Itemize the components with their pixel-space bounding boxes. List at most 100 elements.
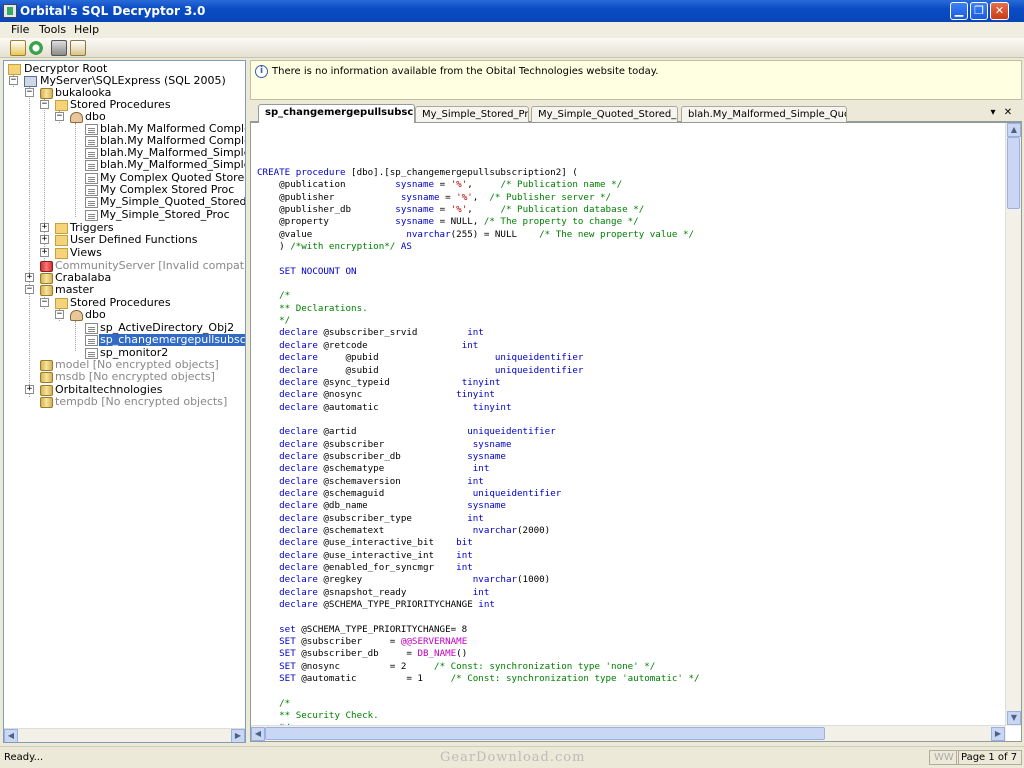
expand-icon[interactable]: + <box>40 223 49 232</box>
scroll-left-icon[interactable]: ◀ <box>251 727 265 741</box>
scroll-thumb[interactable] <box>265 727 825 740</box>
code-token: /* Const: synchronization type 'none' */ <box>434 660 656 672</box>
tree-views[interactable]: Views <box>70 247 102 259</box>
tree-proc[interactable]: blah.My_Malformed_Simple_Stored_Pr <box>100 159 245 171</box>
refresh-icon[interactable] <box>28 40 44 56</box>
code-token: @schematext <box>323 524 473 536</box>
code-token: @artid <box>323 426 468 438</box>
code-line: @publisher sysname = '%', /* Publisher s… <box>257 192 1002 204</box>
code-line: /* <box>257 698 1002 710</box>
tab-blah-malformed-simple-quote[interactable]: blah.My_Malformed_Simple_Quote... <box>681 106 847 122</box>
code-token: @subscriber_type <box>323 512 468 524</box>
tab-my-simple-stored-proc[interactable]: My_Simple_Stored_Proc <box>415 106 529 122</box>
code-line: declare @enabled_for_syncmgr int <box>257 562 1002 574</box>
decrypt-icon[interactable] <box>10 40 26 56</box>
code-token: @snapshot_ready <box>323 586 473 598</box>
code-token: @schemaversion <box>323 475 468 487</box>
collapse-icon[interactable]: − <box>40 100 49 109</box>
code-token: [dbo].[sp_changemergepullsubscription2] … <box>351 167 578 178</box>
tab-close-icon[interactable]: ✕ <box>1003 107 1013 118</box>
tab-my-simple-quoted-stored-proc[interactable]: My_Simple_Quoted_Stored_Proc <box>531 106 678 122</box>
procedure-icon <box>85 197 98 208</box>
tab-list-icon[interactable]: ▾ <box>988 107 998 118</box>
object-tree[interactable]: Decryptor Root − MyServer\SQLExpress (SQ… <box>3 60 246 743</box>
code-token: declare <box>257 438 324 450</box>
code-line: declare @use_interactive_bit bit <box>257 537 1002 549</box>
code-token: declare <box>257 512 324 524</box>
code-token: @subscriber_srvid <box>323 327 468 339</box>
database-icon <box>40 285 53 296</box>
expand-icon[interactable]: + <box>25 273 34 282</box>
minimize-button[interactable]: ▁ <box>950 2 968 20</box>
code-token: declare <box>257 327 324 339</box>
code-token: CREATE procedure <box>257 167 352 178</box>
code-token: @use_interactive_bit <box>323 537 457 549</box>
menu-file[interactable]: File <box>11 23 29 36</box>
sql-code[interactable]: CREATE procedure [dbo].[sp_changemergepu… <box>257 167 1002 735</box>
collapse-icon[interactable]: − <box>25 285 34 294</box>
menu-bar: File Tools Help <box>0 22 1024 38</box>
code-token: @automatic = 1 <box>301 673 451 685</box>
scroll-thumb[interactable] <box>1007 137 1020 209</box>
code-line: ** Security Check. <box>257 710 1002 722</box>
code-line: @property sysname = NULL, /* The propert… <box>257 216 1002 228</box>
code-token: declare <box>257 450 324 462</box>
tree-schema-dbo[interactable]: dbo <box>85 309 106 321</box>
maximize-button[interactable]: ❐ <box>970 2 988 20</box>
menu-help[interactable]: Help <box>74 23 99 36</box>
tree-proc-selected[interactable]: sp_changemergepullsubscription2 <box>99 334 245 346</box>
database-icon <box>40 273 53 284</box>
code-token: uniqueidentifier <box>467 426 556 438</box>
database-icon <box>40 397 53 408</box>
code-token: int <box>472 463 490 475</box>
horizontal-scrollbar[interactable]: ◀ ▶ <box>251 725 1006 741</box>
code-token: SET <box>257 673 302 685</box>
expand-icon[interactable]: + <box>25 385 34 394</box>
tree-horizontal-scrollbar[interactable]: ◀ ▶ <box>4 728 245 742</box>
tree-proc[interactable]: My_Simple_Quoted_Stored_Proc <box>100 196 245 208</box>
expand-icon[interactable]: + <box>40 248 49 257</box>
scroll-right-icon[interactable]: ▶ <box>231 729 245 742</box>
tree-proc[interactable]: My_Simple_Stored_Proc <box>100 209 230 221</box>
folder-icon <box>8 64 21 75</box>
scroll-down-icon[interactable]: ▼ <box>1007 711 1021 725</box>
close-button[interactable]: ✕ <box>990 2 1009 20</box>
code-token: AS <box>395 241 412 253</box>
collapse-icon[interactable]: − <box>40 298 49 307</box>
collapse-icon[interactable]: − <box>25 88 34 97</box>
code-token: @regkey <box>323 574 473 586</box>
collapse-icon[interactable]: − <box>55 112 64 121</box>
vertical-scrollbar[interactable]: ▲ ▼ <box>1005 123 1021 726</box>
export-icon[interactable] <box>70 40 86 56</box>
code-token: @property <box>257 216 396 228</box>
tab-sp-changemergepullsubscription2[interactable]: sp_changemergepullsubscription2 <box>258 104 415 123</box>
code-token: @publisher_db <box>257 204 396 216</box>
print-icon[interactable] <box>51 40 67 56</box>
title-bar: Orbital's SQL Decryptor 3.0 ▁ ❐ ✕ <box>0 0 1024 22</box>
collapse-icon[interactable]: − <box>9 76 18 85</box>
code-token: uniqueidentifier <box>472 487 562 499</box>
scroll-right-icon[interactable]: ▶ <box>991 727 1005 741</box>
expand-icon[interactable]: + <box>40 235 49 244</box>
tree-udf[interactable]: User Defined Functions <box>70 234 197 246</box>
folder-open-icon <box>55 298 68 309</box>
menu-tools[interactable]: Tools <box>39 23 66 36</box>
code-token: @retcode <box>323 339 462 351</box>
code-token: ** Security Check. <box>257 710 379 722</box>
code-editor[interactable]: CREATE procedure [dbo].[sp_changemergepu… <box>250 122 1022 742</box>
code-token: @nosync <box>323 389 457 401</box>
tree-db-master[interactable]: master <box>55 284 94 296</box>
tree-db-msdb[interactable]: msdb [No encrypted objects] <box>55 371 215 383</box>
database-icon <box>40 360 53 371</box>
scroll-left-icon[interactable]: ◀ <box>4 729 18 742</box>
code-token: '%' <box>450 179 468 191</box>
scroll-up-icon[interactable]: ▲ <box>1007 123 1021 137</box>
code-token: /* Publication database */ <box>500 204 645 216</box>
code-token: @subscriber_db = <box>301 648 418 660</box>
code-line: declare @use_interactive_int int <box>257 550 1002 562</box>
tree-db-tempdb[interactable]: tempdb [No encrypted objects] <box>55 396 227 408</box>
collapse-icon[interactable]: − <box>55 310 64 319</box>
page-indicator: Page 1 of 7 <box>956 750 1023 765</box>
